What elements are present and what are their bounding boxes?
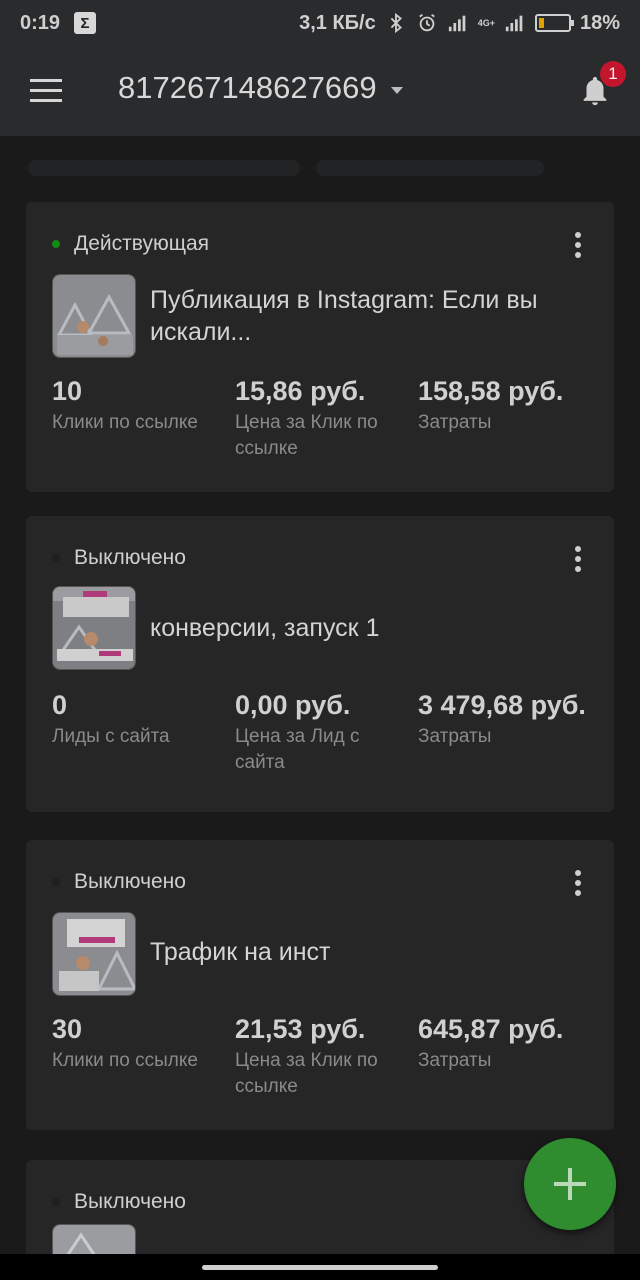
- add-campaign-button[interactable]: [524, 1138, 616, 1230]
- network-type: 4G+: [477, 17, 495, 28]
- metric-label: Затраты: [418, 726, 492, 747]
- campaign-list[interactable]: Действующая Публикация в Instagram: Если…: [0, 136, 640, 1254]
- system-nav-bar: [0, 1254, 640, 1280]
- status-label: Выключено: [74, 1190, 186, 1213]
- campaign-title: Публикация в Instagram: Если вы искали..…: [150, 286, 538, 346]
- metric-value: 158,58 руб.: [418, 376, 564, 406]
- ad-thumbnail: [52, 912, 136, 996]
- metric-spend: 158,58 руб. Затраты: [418, 372, 588, 436]
- signal-4g-icon: [505, 15, 523, 32]
- more-options-icon[interactable]: [570, 546, 586, 572]
- metric-results: 30 Клики по ссылке: [52, 1010, 222, 1074]
- account-selector[interactable]: 817267148627669: [118, 70, 403, 106]
- status-active-dot: [52, 240, 60, 248]
- metric-cost-per-result: 0,00 руб. Цена за Лид с сайта: [235, 686, 405, 776]
- metric-results: 10 Клики по ссылке: [52, 372, 222, 436]
- campaign-status: Выключено: [52, 870, 186, 894]
- campaign-card[interactable]: Выключено Трафик на инст 30 Клики по ссы…: [26, 840, 614, 1130]
- alarm-icon: [418, 13, 435, 32]
- account-id: 817267148627669: [118, 70, 377, 105]
- campaign-status: Действующая: [52, 232, 209, 256]
- sigma-app-icon: Σ: [74, 12, 97, 34]
- metric-label: Цена за Лид с сайта: [235, 726, 360, 773]
- campaign-title: конверсии, запуск 1: [150, 614, 380, 642]
- metric-value: 3 479,68 руб.: [418, 690, 586, 720]
- dropdown-arrow-icon: [390, 86, 403, 94]
- metric-cost-per-result: 15,86 руб. Цена за Клик по ссылке: [235, 372, 405, 462]
- bluetooth-icon: [390, 12, 402, 34]
- status-label: Действующая: [74, 232, 210, 255]
- campaign-card[interactable]: Действующая Публикация в Instagram: Если…: [26, 202, 614, 492]
- status-bar: 0:19 Σ 3,1 КБ/с 4G+ 18%: [0, 0, 640, 46]
- battery-icon: [534, 14, 574, 32]
- metric-value: 0: [52, 690, 68, 720]
- metric-value: 10: [52, 376, 83, 406]
- loading-placeholder: [28, 160, 300, 176]
- battery-percent: 18%: [579, 11, 620, 34]
- campaign-card[interactable]: Выключено конверсии, запуск 1 0 Лиды с с…: [26, 516, 614, 812]
- home-gesture-pill[interactable]: [202, 1265, 438, 1270]
- more-options-icon[interactable]: [570, 870, 586, 896]
- loading-placeholder: [316, 160, 544, 176]
- network-speed: 3,1 КБ/с: [299, 11, 376, 34]
- metric-value: 645,87 руб.: [418, 1014, 564, 1044]
- metric-value: 0,00 руб.: [235, 690, 351, 720]
- app-bar: 817267148627669 1: [0, 46, 640, 136]
- ad-thumbnail: [52, 586, 136, 670]
- status-inactive-dot: [52, 554, 60, 562]
- metric-cost-per-result: 21,53 руб. Цена за Клик по ссылке: [235, 1010, 405, 1100]
- status-time: 0:19: [20, 11, 61, 34]
- ad-thumbnail: [52, 1224, 136, 1254]
- status-inactive-dot: [52, 1198, 60, 1206]
- campaign-status: Выключено: [52, 1190, 186, 1214]
- status-inactive-dot: [52, 878, 60, 886]
- metric-value: 21,53 руб.: [235, 1014, 366, 1044]
- metric-spend: 3 479,68 руб. Затраты: [418, 686, 588, 750]
- metric-value: 30: [52, 1014, 83, 1044]
- metric-label: Цена за Клик по ссылке: [235, 1050, 378, 1097]
- campaign-status: Выключено: [52, 546, 186, 570]
- notification-badge: 1: [600, 61, 626, 87]
- more-options-icon[interactable]: [570, 232, 586, 258]
- metric-label: Лиды с сайта: [52, 726, 170, 747]
- campaign-title: Трафик на инст: [150, 938, 331, 966]
- status-label: Выключено: [74, 870, 186, 893]
- status-label: Выключено: [74, 546, 186, 569]
- metric-label: Клики по ссылке: [52, 412, 198, 433]
- signal-icon: [448, 15, 466, 32]
- metric-label: Затраты: [418, 1050, 492, 1071]
- metric-label: Затраты: [418, 412, 492, 433]
- ad-thumbnail: [52, 274, 136, 358]
- metric-results: 0 Лиды с сайта: [52, 686, 222, 750]
- menu-icon[interactable]: [30, 79, 62, 103]
- metric-spend: 645,87 руб. Затраты: [418, 1010, 588, 1074]
- battery-level: [538, 18, 544, 28]
- metric-label: Цена за Клик по ссылке: [235, 412, 378, 459]
- metric-value: 15,86 руб.: [235, 376, 366, 406]
- metric-label: Клики по ссылке: [52, 1050, 198, 1071]
